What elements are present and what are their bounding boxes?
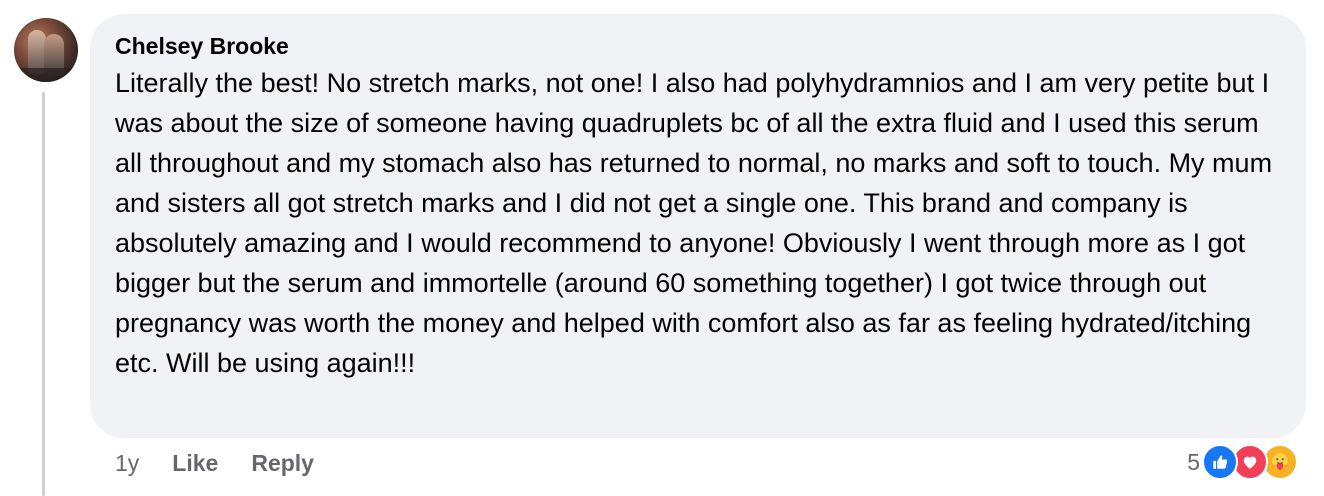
like-icon <box>1202 444 1238 480</box>
avatar[interactable] <box>14 18 78 82</box>
comment-author[interactable]: Chelsey Brooke <box>115 32 1282 60</box>
comment-actions: 1y Like Reply <box>115 448 347 478</box>
avatar-background-shape <box>14 68 78 82</box>
comment-text: Literally the best! No stretch marks, no… <box>115 68 1273 378</box>
thread-line <box>42 92 45 496</box>
reaction-count: 5 <box>1187 448 1200 475</box>
reaction-summary[interactable]: 5 <box>1187 444 1298 480</box>
comment-timestamp[interactable]: 1y <box>115 450 139 477</box>
comment-bubble: Chelsey Brooke Literally the best! No st… <box>90 14 1306 438</box>
reply-button[interactable]: Reply <box>251 450 314 477</box>
like-button[interactable]: Like <box>172 450 218 477</box>
